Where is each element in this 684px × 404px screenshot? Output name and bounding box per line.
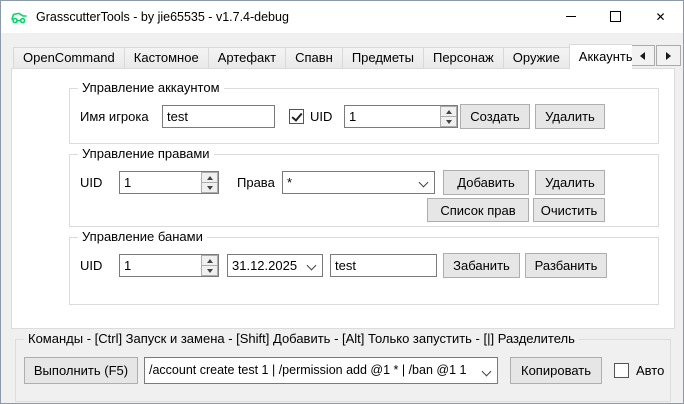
- ban-uid-spinner: [119, 254, 219, 277]
- player-name-input[interactable]: [162, 105, 275, 128]
- tab-predmety[interactable]: Предметы: [342, 47, 424, 69]
- dropdown-icon: [419, 178, 429, 188]
- triangle-down-icon: [207, 269, 213, 273]
- permission-uid-spinner: [119, 171, 219, 194]
- uid-checkbox[interactable]: [289, 109, 304, 124]
- copy-button[interactable]: Копировать: [510, 357, 602, 384]
- group-bans: Управление банами UID 31.12.2025 Забанит…: [69, 237, 659, 305]
- spinner-down-button[interactable]: [201, 266, 218, 276]
- tab-artefakt[interactable]: Артефакт: [208, 47, 286, 69]
- app-icon: [10, 9, 28, 25]
- spinner-up-button[interactable]: [440, 106, 457, 117]
- ban-reason-input[interactable]: [330, 254, 437, 277]
- command-combobox[interactable]: /account create test 1 | /permission add…: [144, 357, 498, 384]
- triangle-up-icon: [207, 176, 213, 180]
- run-button[interactable]: Выполнить (F5): [24, 357, 138, 384]
- tab-page-accounts: Управление аккаунтом Имя игрока UID Созд…: [11, 68, 675, 329]
- command-value: /account create test 1 | /permission add…: [149, 358, 477, 383]
- title-bar: GrasscutterTools - by jie65535 - v1.7.4-…: [1, 1, 683, 33]
- tab-personazh[interactable]: Персонаж: [423, 47, 504, 69]
- clear-permissions-button[interactable]: Очистить: [533, 198, 605, 222]
- tab-strip: OpenCommand Кастомное Артефакт Спавн Пре…: [13, 44, 632, 69]
- maximize-icon: [610, 11, 621, 22]
- permission-combobox[interactable]: *: [282, 171, 435, 194]
- group-permissions: Управление правами UID Права * Добавить …: [69, 154, 659, 227]
- close-button[interactable]: ✕: [638, 1, 683, 32]
- permission-label: Права: [237, 171, 275, 194]
- right-arrow-icon: [666, 52, 671, 60]
- group-commands-title: Команды - [Ctrl] Запуск и замена - [Shif…: [24, 331, 579, 346]
- group-commands: Команды - [Ctrl] Запуск и замена - [Shif…: [15, 339, 671, 402]
- group-bans-title: Управление банами: [78, 229, 207, 244]
- ban-date-picker[interactable]: 31.12.2025: [227, 254, 323, 277]
- tab-kastomnoe[interactable]: Кастомное: [124, 47, 209, 69]
- remove-permission-button[interactable]: Удалить: [535, 170, 605, 195]
- tab-oruzhie[interactable]: Оружие: [503, 47, 570, 69]
- close-icon: ✕: [655, 11, 665, 23]
- uid-checkbox-label: UID: [310, 105, 332, 128]
- create-account-button[interactable]: Создать: [460, 104, 530, 129]
- permission-value: *: [287, 172, 414, 193]
- auto-checkbox-label: Авто: [636, 359, 664, 382]
- list-permissions-button[interactable]: Список прав: [427, 198, 529, 222]
- triangle-down-icon: [207, 186, 213, 190]
- tab-opencommand[interactable]: OpenCommand: [13, 47, 125, 69]
- player-name-label: Имя игрока: [80, 105, 149, 128]
- dropdown-icon: [482, 367, 492, 377]
- unban-button[interactable]: Разбанить: [525, 253, 607, 278]
- minimize-button[interactable]: [548, 1, 593, 32]
- tab-scroll-left-button[interactable]: [630, 45, 655, 66]
- triangle-up-icon: [446, 110, 452, 114]
- auto-checkbox[interactable]: [614, 363, 629, 378]
- spinner-down-button[interactable]: [201, 183, 218, 193]
- app-window: GrasscutterTools - by jie65535 - v1.7.4-…: [0, 0, 684, 404]
- ban-date-value: 31.12.2025: [232, 255, 302, 276]
- permission-uid-label: UID: [80, 171, 102, 194]
- window-title: GrasscutterTools - by jie65535 - v1.7.4-…: [36, 10, 289, 24]
- minimize-icon: [566, 16, 576, 17]
- spinner-up-button[interactable]: [201, 172, 218, 183]
- maximize-button[interactable]: [593, 1, 638, 32]
- add-permission-button[interactable]: Добавить: [443, 170, 529, 195]
- triangle-down-icon: [446, 120, 452, 124]
- window-controls: ✕: [548, 1, 683, 32]
- account-uid-spinner: [344, 105, 458, 128]
- tab-spavn[interactable]: Спавн: [285, 47, 343, 69]
- tab-akkaunty[interactable]: Аккаунты: [569, 44, 632, 69]
- tab-scroll-right-button[interactable]: [656, 45, 681, 66]
- ban-button[interactable]: Забанить: [443, 253, 520, 278]
- group-account-title: Управление аккаунтом: [78, 80, 224, 95]
- spinner-up-button[interactable]: [201, 255, 218, 266]
- ban-uid-label: UID: [80, 254, 102, 277]
- group-account: Управление аккаунтом Имя игрока UID Созд…: [69, 88, 659, 144]
- spinner-down-button[interactable]: [440, 117, 457, 127]
- triangle-up-icon: [207, 259, 213, 263]
- left-arrow-icon: [640, 52, 645, 60]
- group-permissions-title: Управление правами: [78, 146, 214, 161]
- delete-account-button[interactable]: Удалить: [535, 104, 605, 129]
- check-icon: [291, 110, 302, 122]
- dropdown-icon: [307, 261, 317, 271]
